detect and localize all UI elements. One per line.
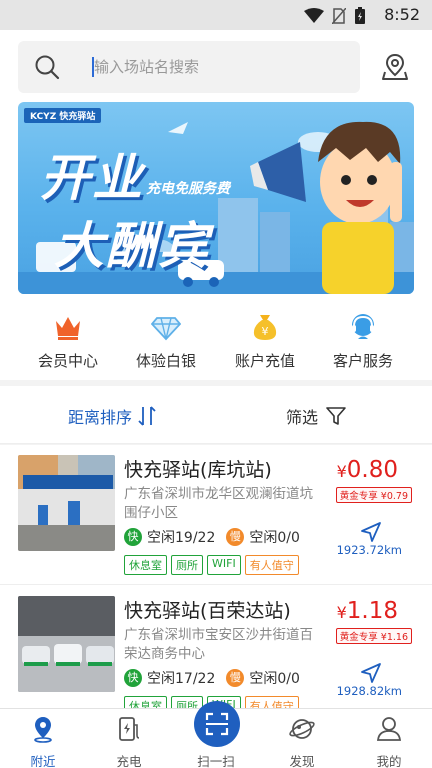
tab-label: 扫一扫 [197, 754, 235, 768]
menu-label: 体验白银 [135, 352, 196, 370]
search-placeholder: 输入场站名搜索 [94, 58, 200, 76]
filter-label: 筛选 [286, 408, 319, 427]
station-name: 快充驿站(库坑站) [124, 459, 272, 481]
facility-tags: 休息室 厕所 WIFI 有人值守 [124, 555, 299, 575]
member-price: 黄金专享 ¥0.79 [335, 487, 412, 503]
bottom-tab-bar: 附近 充电 扫一扫 发现 我的 [0, 701, 432, 768]
location-pin-icon [34, 717, 52, 743]
banner-headline-1: 开业 [40, 149, 144, 207]
map-location-icon[interactable] [380, 52, 410, 82]
station-price: ¥0.80 [337, 457, 398, 483]
tab-scan[interactable]: 扫一扫 [173, 701, 259, 768]
promo-banner[interactable]: KCYZ 快充驿站 开业 充电免服务费 大酬宾 [18, 102, 414, 294]
menu-silver-trial[interactable]: 体验白银 [116, 312, 216, 371]
price-value: 0.80 [346, 457, 398, 483]
search-icon [35, 55, 60, 80]
tab-label: 充电 [116, 754, 142, 768]
menu-customer-service[interactable]: 客户服务 [313, 312, 413, 371]
quick-menu: 会员中心 体验白银 ¥ 账户充值 客户服务 [0, 300, 432, 380]
no-sim-icon [332, 8, 346, 24]
sort-by-distance-button[interactable]: 距离排序 [68, 404, 156, 428]
facility-tag: 有人值守 [244, 696, 299, 708]
crown-icon [56, 317, 80, 340]
tab-mine[interactable]: 我的 [346, 715, 432, 768]
filter-button[interactable]: 筛选 [286, 404, 346, 428]
charger-status: 快 空闲17/22 慢 空闲0/0 [124, 668, 300, 688]
fast-charger-status: 空闲17/22 [147, 671, 216, 687]
sort-label: 距离排序 [68, 408, 133, 427]
menu-account-recharge[interactable]: ¥ 账户充值 [215, 312, 315, 371]
battery-icon [355, 7, 365, 24]
station-photo [18, 455, 115, 551]
status-time: 8:52 [384, 5, 420, 24]
member-price: 黄金专享 ¥1.16 [335, 628, 412, 644]
banner-subline: 充电免服务费 [146, 181, 230, 197]
station-distance: 1923.72km [336, 543, 402, 557]
fast-charger-badge: 快 [124, 669, 142, 687]
slow-charger-badge: 慢 [226, 528, 245, 546]
status-icons [304, 7, 366, 25]
planet-icon [289, 719, 315, 739]
slow-charger-status: 空闲0/0 [249, 671, 300, 687]
scan-qr-icon [205, 712, 229, 736]
station-photo [18, 596, 115, 692]
banner-headline-2: 大酬宾 [54, 217, 210, 275]
station-address: 广东省深圳市龙华区观澜街道坑围仔小区 [124, 486, 313, 521]
tab-label: 我的 [376, 754, 402, 768]
svg-text:¥: ¥ [262, 325, 269, 338]
slow-charger-badge: 慢 [226, 669, 245, 687]
facility-tag: 休息室 [124, 555, 167, 575]
slow-charger-status: 空闲0/0 [249, 530, 300, 546]
search-input[interactable]: 输入场站名搜索 [18, 41, 360, 93]
menu-label: 客户服务 [332, 352, 393, 370]
fast-charger-badge: 快 [124, 528, 142, 546]
filter-funnel-icon [326, 407, 346, 425]
money-bag-icon: ¥ [253, 315, 277, 340]
tab-label: 附近 [30, 754, 56, 768]
charging-pile-icon [119, 717, 140, 741]
navigate-icon[interactable] [360, 521, 382, 543]
banner-brand: KCYZ 快充驿站 [24, 108, 102, 123]
tab-label: 发现 [289, 754, 315, 768]
price-currency: ¥ [336, 462, 347, 481]
station-name: 快充驿站(百荣达站) [124, 600, 291, 622]
price-currency: ¥ [336, 603, 347, 622]
facility-tag: 休息室 [124, 696, 167, 708]
diamond-icon [150, 317, 182, 341]
price-value: 1.18 [346, 598, 398, 624]
tab-charge[interactable]: 充电 [86, 715, 172, 768]
menu-label: 账户充值 [234, 352, 295, 370]
station-address: 广东省深圳市宝安区沙井街道百荣达商务中心 [124, 627, 313, 662]
charger-status: 快 空闲19/22 慢 空闲0/0 [124, 527, 300, 547]
station-price: ¥1.18 [337, 598, 398, 624]
tab-nearby[interactable]: 附近 [0, 715, 86, 768]
headset-icon [352, 314, 374, 339]
station-card[interactable]: 快充驿站(库坑站) 广东省深圳市龙华区观澜街道坑围仔小区 快 空闲19/22 慢… [0, 445, 432, 585]
station-list[interactable]: 快充驿站(库坑站) 广东省深圳市龙华区观澜街道坑围仔小区 快 空闲19/22 慢… [0, 445, 432, 708]
search-bar-area: 输入场站名搜索 [0, 30, 432, 102]
wifi-icon [304, 8, 324, 23]
fast-charger-status: 空闲19/22 [147, 530, 216, 546]
station-distance: 1928.82km [336, 684, 402, 698]
tab-discover[interactable]: 发现 [259, 715, 345, 768]
facility-tag: 有人值守 [244, 555, 299, 575]
menu-label: 会员中心 [37, 352, 98, 370]
navigate-icon[interactable] [360, 662, 382, 684]
station-card[interactable]: 快充驿站(百荣达站) 广东省深圳市宝安区沙井街道百荣达商务中心 快 空闲17/2… [0, 586, 432, 708]
user-profile-icon [376, 717, 402, 741]
sort-filter-bar: 距离排序 筛选 [0, 386, 432, 444]
sort-arrows-icon [138, 406, 156, 426]
banner-area: KCYZ 快充驿站 开业 充电免服务费 大酬宾 [0, 102, 432, 300]
scan-button[interactable] [194, 701, 240, 747]
facility-tag: 厕所 [171, 555, 203, 575]
facility-tag: WIFI [207, 555, 241, 575]
menu-member-center[interactable]: 会员中心 [18, 312, 118, 371]
status-bar: 8:52 [0, 0, 432, 30]
